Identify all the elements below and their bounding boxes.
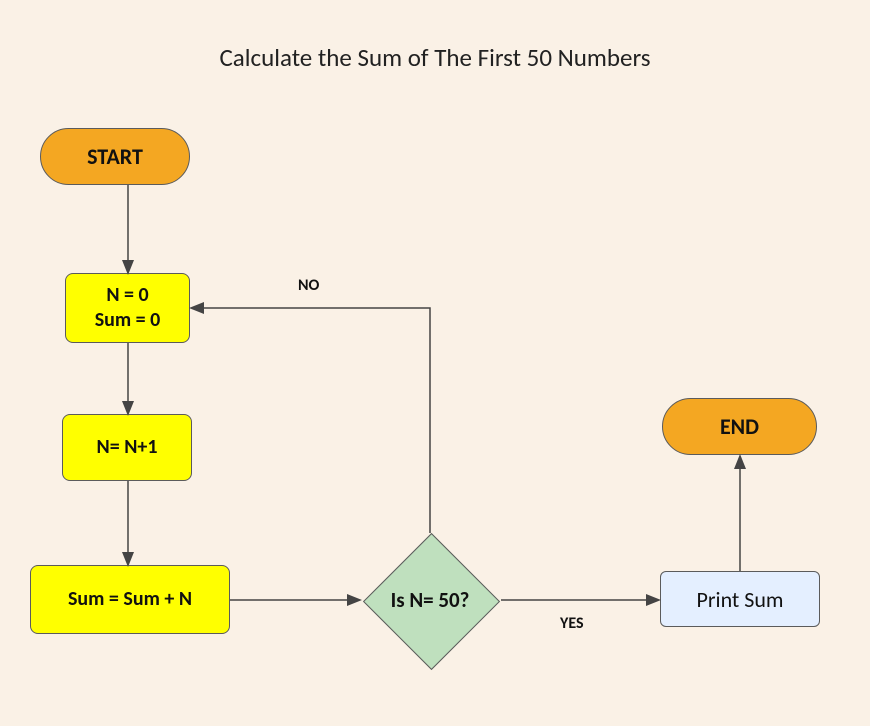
flowchart-canvas: Calculate the Sum of The First 50 Number… — [0, 0, 870, 726]
yes-label: YES — [560, 614, 584, 633]
no-label: NO — [298, 276, 319, 295]
init-line2: Sum = 0 — [95, 308, 161, 332]
start-node: START — [40, 128, 190, 185]
diagram-title: Calculate the Sum of The First 50 Number… — [0, 42, 870, 73]
end-label: END — [720, 413, 759, 440]
init-content: N = 0 Sum = 0 — [95, 283, 161, 333]
decision-node: Is N= 50? — [345, 525, 515, 675]
increment-node: N= N+1 — [62, 414, 192, 481]
accumulate-label: Sum = Sum + N — [68, 587, 192, 612]
init-node: N = 0 Sum = 0 — [65, 273, 190, 343]
decision-label: Is N= 50? — [345, 525, 515, 675]
increment-label: N= N+1 — [97, 435, 158, 460]
arrow-no-loop — [192, 308, 430, 533]
start-label: START — [87, 143, 143, 170]
print-label: Print Sum — [696, 586, 783, 613]
accumulate-node: Sum = Sum + N — [30, 565, 230, 634]
end-node: END — [662, 398, 817, 455]
print-node: Print Sum — [660, 571, 820, 627]
init-line1: N = 0 — [106, 283, 148, 307]
